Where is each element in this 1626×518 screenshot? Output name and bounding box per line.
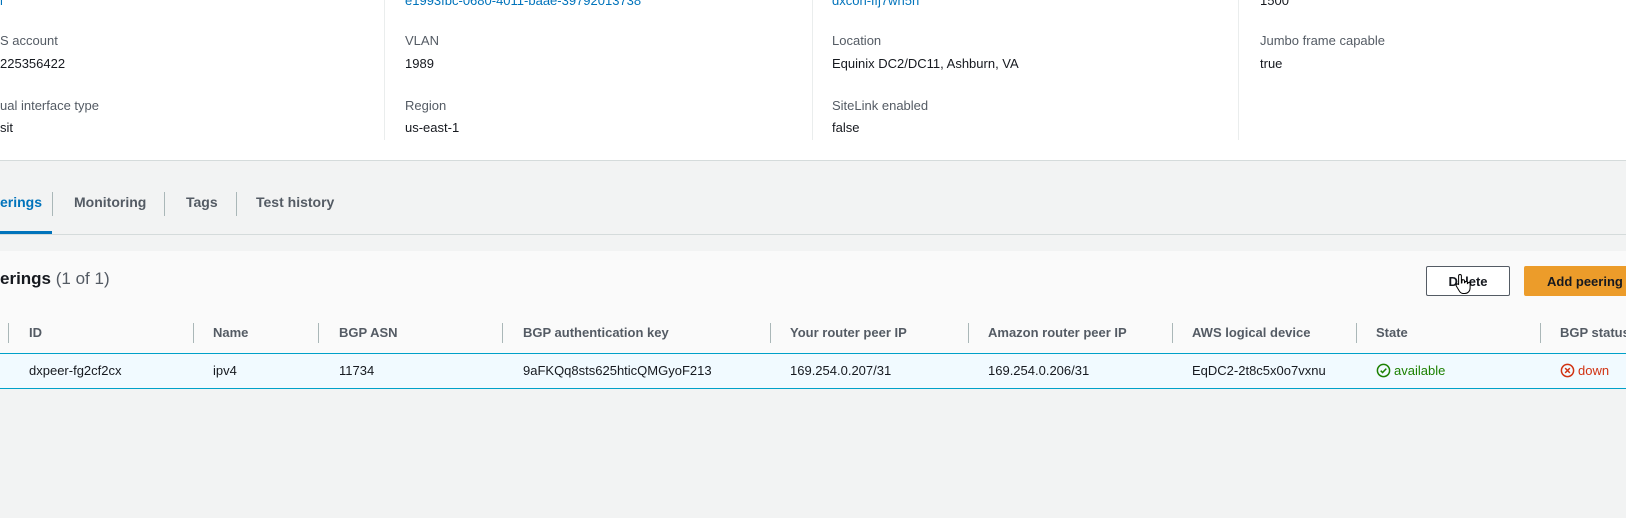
vlan-label: VLAN xyxy=(405,33,439,48)
details-column-1: l S account 225356422 ual interface type… xyxy=(0,0,384,140)
column-resizer[interactable] xyxy=(770,323,771,343)
details-panel: l S account 225356422 ual interface type… xyxy=(0,0,1626,161)
peerings-title-text: erings xyxy=(0,269,52,288)
location-label: Location xyxy=(832,33,882,48)
column-header-amazon-peer-ip[interactable]: Amazon router peer IP xyxy=(988,325,1127,340)
cell-logical-device: EqDC2-2t8c5x0o7vxnu xyxy=(1192,363,1326,378)
region-value: us-east-1 xyxy=(405,120,460,135)
cell-bgp-status: down xyxy=(1560,363,1609,381)
column-header-name[interactable]: Name xyxy=(213,325,248,340)
column-resizer[interactable] xyxy=(968,323,969,343)
virtual-interface-type-value: sit xyxy=(0,120,13,135)
bgp-status-text: down xyxy=(1578,363,1610,378)
connection-id-link[interactable]: dxcon-ffj7wh5h xyxy=(832,0,919,8)
location-value: Equinix DC2/DC11, Ashburn, VA xyxy=(832,56,1019,71)
active-tab-indicator xyxy=(0,231,52,234)
tab-tags[interactable]: Tags xyxy=(186,182,218,234)
sitelink-label: SiteLink enabled xyxy=(832,98,929,113)
vlan-value: 1989 xyxy=(405,56,434,71)
hand-pointer-icon xyxy=(1455,273,1471,300)
check-circle-icon xyxy=(1376,363,1391,381)
tab-bar: erings Monitoring Tags Test history xyxy=(0,182,1626,235)
tab-separator xyxy=(164,192,165,216)
table-row[interactable]: dxpeer-fg2cf2cx ipv4 11734 9aFKQq8sts625… xyxy=(0,353,1626,389)
column-resizer[interactable] xyxy=(8,323,9,343)
id-value-link[interactable]: l xyxy=(0,0,3,8)
column-header-logical-device[interactable]: AWS logical device xyxy=(1192,325,1311,340)
column-header-router-peer-ip[interactable]: Your router peer IP xyxy=(790,325,907,340)
column-resizer[interactable] xyxy=(318,323,319,343)
jumbo-frame-label: Jumbo frame capable xyxy=(1260,33,1386,48)
cell-auth-key: 9aFKQq8sts625hticQMGyoF213 xyxy=(523,363,712,378)
column-resizer[interactable] xyxy=(502,323,503,343)
cell-router-peer-ip: 169.254.0.207/31 xyxy=(790,363,892,378)
tab-monitoring[interactable]: Monitoring xyxy=(74,182,146,234)
add-peering-button[interactable]: Add peering xyxy=(1524,266,1626,296)
region-label: Region xyxy=(405,98,447,113)
x-circle-icon xyxy=(1560,363,1575,381)
column-resizer[interactable] xyxy=(1540,323,1541,343)
jumbo-frame-value: true xyxy=(1260,56,1283,71)
cell-amazon-peer-ip: 169.254.0.206/31 xyxy=(988,363,1090,378)
details-column-4: 1500 Jumbo frame capable true xyxy=(1238,0,1626,140)
tab-peerings[interactable]: erings xyxy=(0,182,42,234)
tab-separator xyxy=(236,192,237,216)
peerings-panel: erings (1 of 1) Delete Add peering ID Na… xyxy=(0,251,1626,391)
column-resizer[interactable] xyxy=(1172,323,1173,343)
gateway-id-link[interactable]: e1993fbc-0680-4011-baae-39792013738 xyxy=(405,0,641,8)
table-header: ID Name BGP ASN BGP authentication key Y… xyxy=(0,313,1626,354)
cell-name: ipv4 xyxy=(213,363,237,378)
column-header-bgp-status[interactable]: BGP status xyxy=(1560,325,1626,340)
column-header-id[interactable]: ID xyxy=(29,325,42,340)
cell-state: available xyxy=(1376,363,1445,381)
peerings-header: erings (1 of 1) Delete Add peering xyxy=(0,251,1626,314)
peerings-title: erings (1 of 1) xyxy=(0,269,110,289)
sitelink-value: false xyxy=(832,120,860,135)
details-column-3: dxcon-ffj7wh5h Location Equinix DC2/DC11… xyxy=(812,0,1239,140)
column-header-auth-key[interactable]: BGP authentication key xyxy=(523,325,669,340)
cell-id: dxpeer-fg2cf2cx xyxy=(29,363,122,378)
cell-bgp-asn: 11734 xyxy=(339,363,375,378)
aws-account-value: 225356422 xyxy=(0,56,66,71)
virtual-interface-type-label: ual interface type xyxy=(0,98,100,113)
column-resizer[interactable] xyxy=(193,323,194,343)
mtu-value: 1500 xyxy=(1260,0,1289,8)
peerings-count: (1 of 1) xyxy=(55,269,110,288)
column-header-state[interactable]: State xyxy=(1376,325,1408,340)
column-resizer[interactable] xyxy=(1356,323,1357,343)
tab-test-history[interactable]: Test history xyxy=(256,182,334,234)
aws-account-label: S account xyxy=(0,33,58,48)
column-header-bgp-asn[interactable]: BGP ASN xyxy=(339,325,398,340)
details-column-2: e1993fbc-0680-4011-baae-39792013738 VLAN… xyxy=(384,0,813,140)
tab-separator xyxy=(52,192,53,216)
state-text: available xyxy=(1394,363,1446,378)
